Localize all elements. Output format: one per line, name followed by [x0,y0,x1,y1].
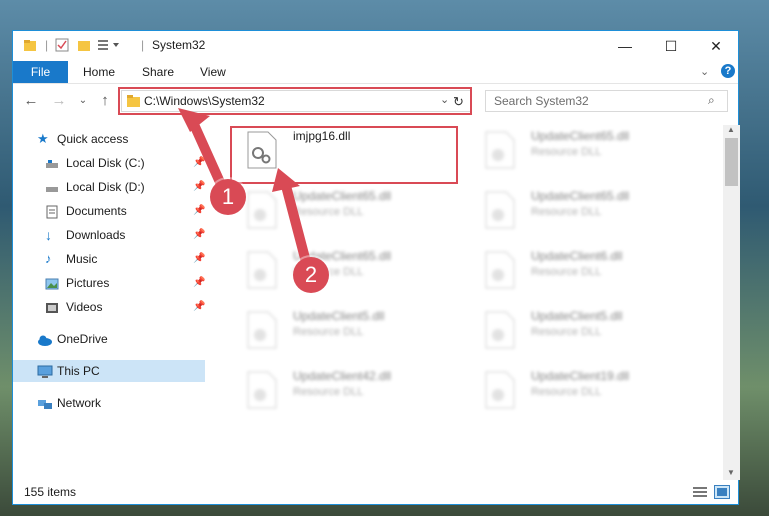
step-badge-2: 2 [293,257,329,293]
annotation-arrows [178,108,311,267]
step-badge-1: 1 [210,179,246,215]
